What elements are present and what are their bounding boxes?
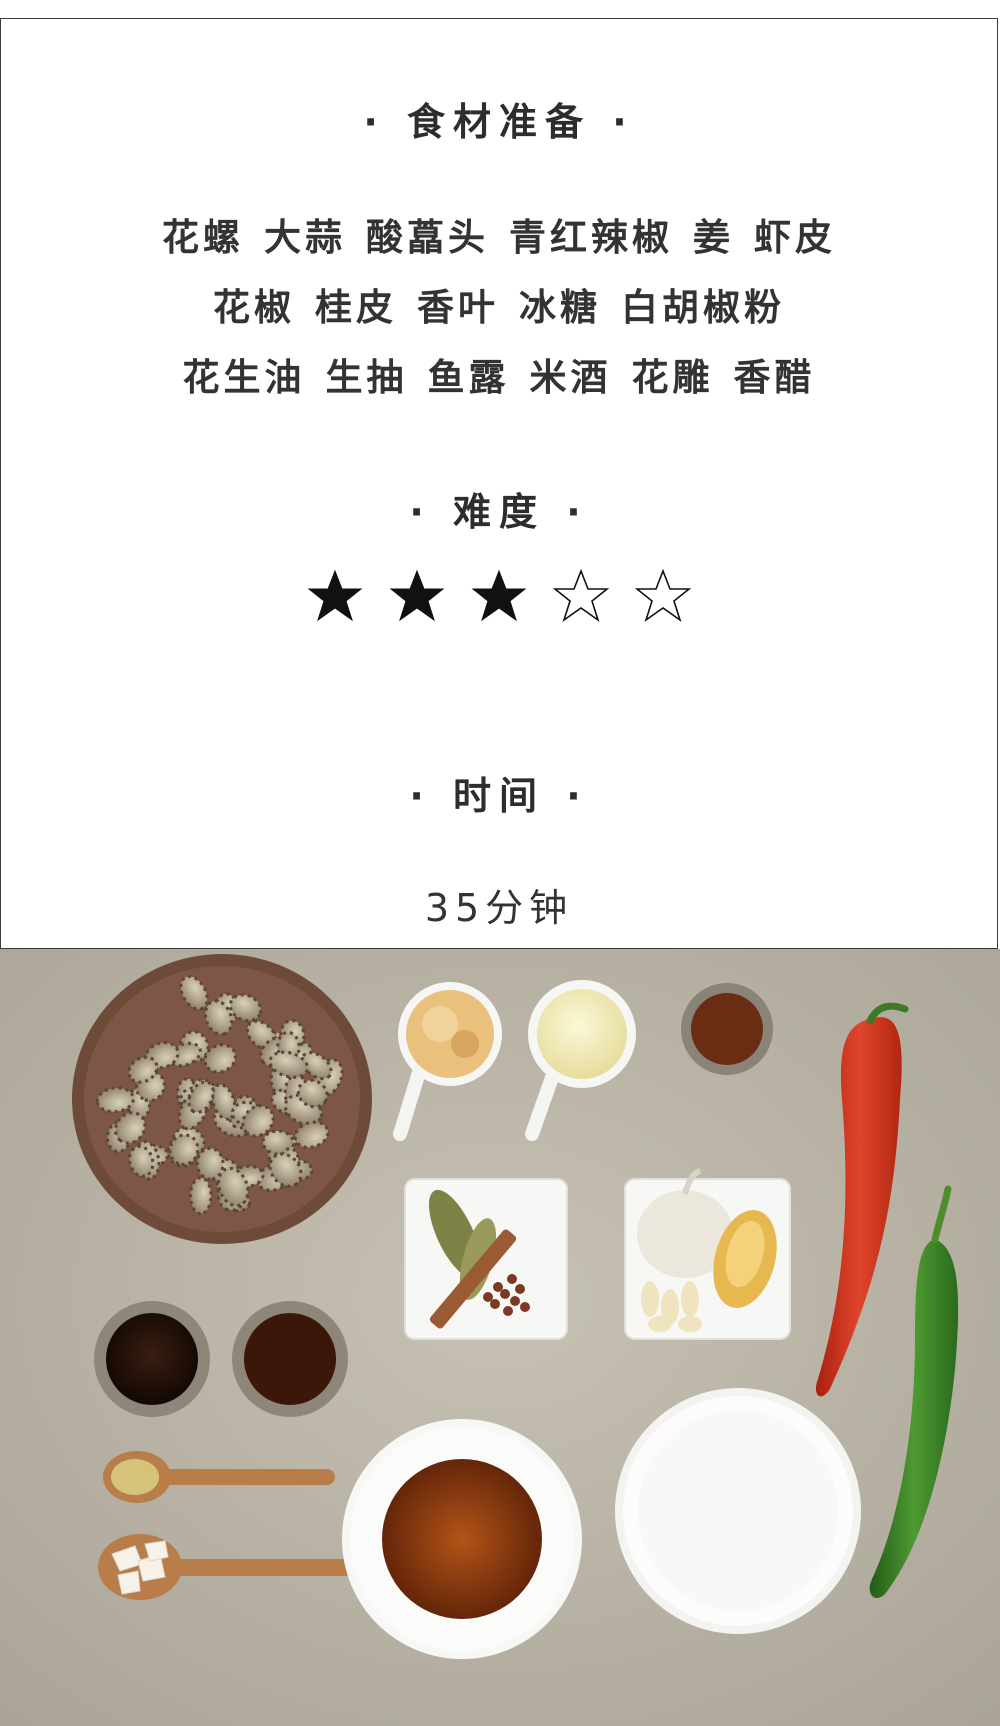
- fish-sauce-cup: [681, 983, 773, 1075]
- ingredient-line-2: 花椒 桂皮 香叶 冰糖 白胡椒粉: [1, 277, 997, 331]
- ingredient-item: 桂皮: [315, 286, 397, 329]
- time-title: · 时间 ·: [409, 774, 589, 818]
- star-filled-icon: [307, 569, 363, 622]
- cooking-time: 35分钟: [424, 886, 574, 930]
- rice-wine-bowl: [615, 1388, 861, 1634]
- difficulty-title: · 难度 ·: [409, 490, 589, 534]
- snail-shell: [188, 1176, 213, 1216]
- ingredient-item: 冰糖: [519, 286, 601, 329]
- star-filled-icon: [471, 569, 527, 622]
- ingredient-item: 花生油: [182, 356, 306, 399]
- ingredient-item: 花雕: [631, 356, 714, 399]
- star-filled-icon: [389, 569, 445, 622]
- ingredient-item: 花椒: [213, 286, 295, 329]
- ingredient-item: 酸藠头: [366, 216, 489, 259]
- star-empty-icon: [552, 568, 610, 623]
- light-soy-cup: [94, 1301, 210, 1417]
- ingredient-item: 青红辣椒: [509, 216, 673, 259]
- ingredient-item: 香醋: [733, 356, 816, 399]
- ingredient-item: 生抽: [325, 356, 408, 399]
- snail-plate: [72, 954, 372, 1244]
- ingredient-line-3: 花生油 生抽 鱼露 米酒 花雕 香醋: [1, 347, 997, 401]
- ingredients-photo: [0, 949, 1000, 1726]
- ingredient-item: 鱼露: [427, 356, 510, 399]
- garlic-ginger-dish: [624, 1168, 791, 1340]
- spices-dish: [404, 1178, 568, 1340]
- dark-soy-cup: [232, 1301, 348, 1417]
- star-empty-icon: [634, 568, 692, 623]
- ingredient-item: 姜: [693, 216, 734, 259]
- ingredient-item: 白胡椒粉: [621, 286, 785, 329]
- ingredient-line-1: 花螺 大蒜 酸藠头 青红辣椒姜虾皮: [1, 207, 997, 261]
- ingredient-item: 大蒜: [264, 216, 346, 259]
- vinegar-bowl: [342, 1419, 582, 1659]
- ingredient-item: 虾皮: [754, 216, 836, 259]
- ingredient-item: 花螺: [162, 216, 244, 259]
- recipe-info-card: · 食材准备 · 花螺 大蒜 酸藠头 青红辣椒姜虾皮 花椒 桂皮 香叶 冰糖 白胡椒粉 花生油…: [0, 18, 998, 949]
- ingredient-item: 米酒: [529, 356, 612, 399]
- difficulty-rating: [1, 567, 997, 625]
- ingredients-title: · 食材准备 ·: [363, 100, 635, 144]
- ingredient-item: 香叶: [417, 286, 499, 329]
